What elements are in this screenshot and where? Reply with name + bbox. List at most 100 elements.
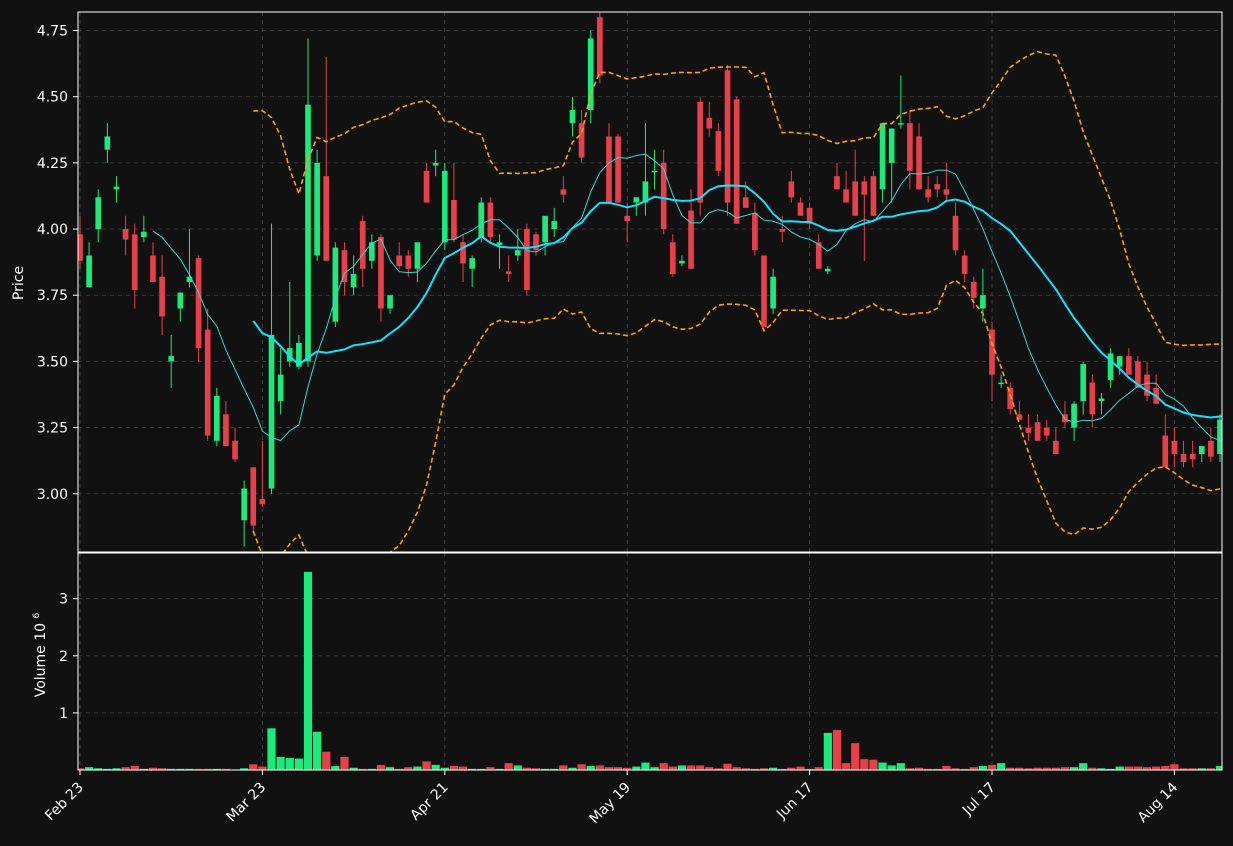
price-tick-label: 3.75	[37, 288, 68, 304]
candle-body	[95, 197, 102, 230]
candle-body	[879, 123, 886, 190]
candle-body	[888, 128, 895, 163]
candle-body	[742, 197, 749, 208]
candle-body	[961, 255, 968, 275]
candle-body	[916, 136, 922, 190]
volume-bar	[276, 756, 285, 770]
candle-body	[232, 440, 238, 460]
volume-bar	[303, 571, 313, 770]
candle-body	[86, 255, 92, 288]
volume-bar	[431, 764, 440, 770]
candle-body	[688, 210, 694, 269]
candle-body	[970, 282, 977, 298]
volume-bar	[577, 764, 586, 770]
candle-body	[606, 136, 612, 203]
volume-bar	[997, 763, 1006, 770]
volume-bar	[860, 759, 869, 770]
candle-body	[241, 488, 247, 521]
volume-bar	[559, 765, 568, 770]
candle-body	[1098, 398, 1105, 402]
candle-body	[478, 202, 485, 237]
candle-body	[1053, 440, 1059, 455]
candle-body	[524, 229, 530, 290]
candle-body	[1171, 440, 1178, 455]
candle-body	[113, 186, 120, 190]
volume-bar	[659, 763, 668, 770]
volume-axis-label-text: Volume	[33, 645, 49, 697]
volume-tick-label: 2	[59, 649, 68, 665]
candle-body	[542, 215, 548, 243]
volume-bar	[641, 762, 650, 770]
candle-body	[1208, 440, 1214, 457]
price-tick-label: 3.25	[37, 421, 68, 437]
volume-bar	[978, 766, 987, 770]
candle-body	[432, 162, 439, 166]
candle-body	[998, 382, 1004, 385]
price-tick-label: 4.75	[37, 24, 68, 40]
candle-body	[1162, 435, 1169, 468]
volume-bar	[313, 731, 322, 770]
candle-body	[514, 250, 521, 256]
candlestick-chart: 3.003.253.503.754.004.254.504.75123Feb 2…	[0, 0, 1233, 842]
candle-body	[405, 255, 412, 269]
volume-bar	[878, 762, 887, 770]
volume-bar	[413, 766, 422, 770]
candle-body	[505, 271, 512, 275]
candle-body	[277, 374, 284, 402]
volume-bar	[449, 766, 459, 770]
candle-body	[1180, 454, 1187, 462]
volume-bar	[130, 766, 139, 770]
volume-bar	[987, 764, 997, 770]
volume-tick-label: 1	[59, 706, 68, 722]
price-tick-label: 4.25	[37, 156, 68, 172]
candle-body	[569, 109, 576, 124]
candle-body	[423, 170, 430, 203]
volume-bar	[1152, 766, 1161, 770]
candle-body	[1116, 356, 1123, 367]
volume-bar	[1079, 763, 1088, 770]
candle-body	[195, 258, 202, 349]
volume-bar	[331, 766, 340, 770]
volume-bar	[1124, 766, 1133, 770]
volume-bar	[267, 728, 276, 770]
candle-body	[679, 260, 685, 264]
candle-body	[952, 215, 959, 251]
candle-body	[387, 295, 393, 309]
candle-body	[724, 70, 731, 203]
candle-body	[378, 237, 384, 309]
candle-body	[733, 99, 740, 224]
candle-body	[752, 213, 758, 251]
candle-body	[615, 136, 621, 203]
volume-bar	[841, 763, 851, 770]
candle-body	[897, 123, 904, 125]
candle-body	[1198, 446, 1205, 455]
candle-body	[697, 102, 703, 203]
candle-body	[651, 170, 658, 173]
candle-body	[1125, 356, 1132, 375]
candle-body	[1034, 422, 1041, 441]
candle-body	[460, 242, 466, 264]
volume-bar	[285, 758, 294, 770]
candle-body	[660, 162, 667, 230]
volume-bar	[258, 766, 267, 770]
chart-background	[0, 0, 1233, 842]
candle-body	[669, 242, 676, 275]
candle-body	[414, 242, 421, 269]
candle-body	[250, 467, 257, 526]
candle-body	[1080, 364, 1087, 402]
volume-tick-label: 3	[59, 592, 68, 608]
candle-body	[770, 276, 776, 309]
chart-root: 3.00 3.25 3.50 3.75 4.00 4.25 4.50 4.75 1 2 3 Feb 2…	[0, 0, 1233, 842]
candle-body	[122, 229, 129, 240]
volume-axis-label-base: 10	[33, 623, 49, 641]
volume-bar	[1161, 766, 1170, 770]
volume-bar	[832, 730, 842, 770]
volume-bar	[869, 759, 878, 770]
candle-body	[168, 356, 175, 362]
volume-bar	[686, 765, 696, 770]
candle-body	[259, 499, 266, 505]
volume-bar	[249, 764, 258, 770]
candle-body	[204, 329, 211, 436]
candle-body	[177, 292, 184, 309]
candle-body	[104, 136, 111, 150]
